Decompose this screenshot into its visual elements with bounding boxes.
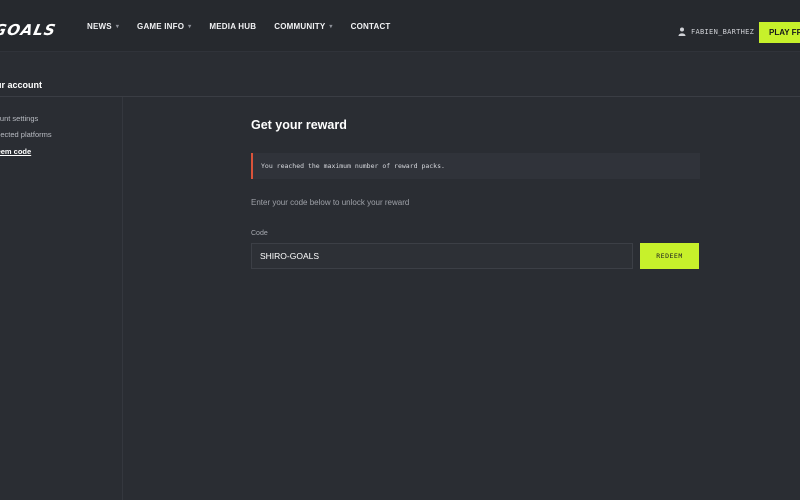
username: FABIEN_BARTHEZ [691, 27, 755, 36]
nav-item-label: MEDIA HUB [209, 21, 257, 31]
chevron-down-icon: ▾ [329, 23, 333, 30]
nav-item-label: GAME INFO [137, 21, 185, 31]
reward-title: Get your reward [251, 118, 347, 132]
top-navigation: GOALS NEWS ▾ GAME INFO ▾ MEDIA HUB COMMU… [0, 0, 800, 52]
user-menu[interactable]: FABIEN_BARTHEZ [678, 27, 754, 36]
main-nav: NEWS ▾ GAME INFO ▾ MEDIA HUB COMMUNITY ▾… [87, 0, 409, 52]
goals-logo[interactable]: GOALS [0, 21, 58, 39]
sidebar-item-redeem-code[interactable]: deem code [0, 147, 31, 156]
chevron-down-icon: ▾ [188, 23, 192, 30]
nav-item-game-info[interactable]: GAME INFO ▾ [137, 22, 191, 31]
nav-item-news[interactable]: NEWS ▾ [87, 22, 119, 31]
nav-item-label: CONTACT [350, 21, 391, 31]
chevron-down-icon: ▾ [115, 23, 120, 30]
alert-message: You reached the maximum number of reward… [261, 162, 445, 170]
play-free-button[interactable]: PLAY FREE N [759, 22, 800, 43]
sidebar-item-account-settings[interactable]: count settings [0, 114, 38, 123]
account-sidebar: count settings nnected platforms deem co… [0, 97, 123, 500]
sidebar-item-connected-platforms[interactable]: nnected platforms [0, 130, 52, 139]
page-title: ur account [0, 80, 43, 90]
max-reward-alert: You reached the maximum number of reward… [251, 153, 700, 179]
nav-item-label: COMMUNITY [274, 21, 326, 31]
code-input[interactable] [251, 243, 633, 269]
code-label: Code [251, 230, 268, 237]
nav-item-community[interactable]: COMMUNITY ▾ [274, 22, 332, 31]
nav-item-label: NEWS [87, 21, 112, 31]
redeem-button[interactable]: REDEEM [640, 243, 699, 269]
account-header: ur account [0, 52, 800, 97]
nav-item-contact[interactable]: CONTACT [351, 22, 391, 31]
helper-text: Enter your code below to unlock your rew… [251, 198, 410, 207]
user-icon [678, 27, 686, 36]
nav-item-media-hub[interactable]: MEDIA HUB [209, 22, 256, 31]
